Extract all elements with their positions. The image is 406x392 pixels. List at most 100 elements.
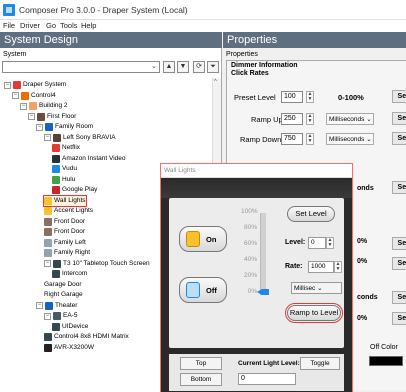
preset-set-button[interactable]: Set (392, 90, 406, 103)
ramp-down-unit-select[interactable]: Milliseconds ⌄ (326, 133, 374, 145)
level-spinner[interactable]: ▲ ▼ (326, 237, 334, 249)
tree-expander-icon[interactable]: − (36, 123, 43, 131)
light-icon (44, 196, 52, 205)
set-button-1[interactable]: Set (392, 181, 406, 194)
spin-icon: ▲ ▼ (307, 133, 313, 144)
tree-item[interactable]: Family Left (44, 238, 86, 248)
tree-item[interactable]: − Family Room (36, 122, 93, 132)
move-down-button[interactable]: ▼ (177, 61, 189, 73)
tree-item[interactable]: − Left Sony BRAVIA (44, 133, 116, 143)
top-button[interactable]: Top (180, 357, 222, 370)
composer-app-icon (3, 4, 15, 16)
toggle-button[interactable]: Toggle (300, 357, 340, 370)
set-button-5[interactable]: Set (392, 312, 406, 325)
level-slider-track[interactable] (260, 213, 266, 295)
refresh-icon: ⟳ (196, 63, 202, 70)
tree-item[interactable]: Hulu (52, 175, 75, 185)
scale-label-100: 100% (241, 208, 258, 215)
rate-field[interactable]: 1000 (308, 261, 334, 273)
tree-item[interactable]: − T3 10" Tabletop Touch Screen (44, 259, 150, 269)
tree-item[interactable]: − Theater (36, 301, 77, 311)
tree-item-label: Amazon Instant Video (62, 154, 126, 162)
off-button[interactable]: Off (179, 277, 227, 303)
tree-item[interactable]: − Draper System (4, 80, 66, 90)
rate-spinner[interactable]: ▲ ▼ (334, 261, 342, 273)
move-up-button[interactable]: ▲ (163, 61, 175, 73)
dimmer-information-title: Dimmer Information (231, 62, 298, 69)
partial-label-4: conds (357, 294, 378, 301)
tree-item[interactable]: Right Garage (44, 290, 83, 300)
tree-item[interactable]: Garage Door (44, 280, 82, 290)
rate-unit-value: Millisec (294, 285, 316, 292)
tree-item[interactable]: − EA-5 (44, 311, 77, 321)
tree-expander-icon[interactable]: − (12, 92, 19, 99)
tree-expander-icon[interactable]: − (44, 312, 51, 320)
level-label: Level: (285, 239, 306, 246)
tree-item[interactable]: AVR-X3200W (44, 343, 94, 353)
tree-item[interactable]: − First Floor (28, 112, 76, 122)
tree-item[interactable]: Accent Lights (44, 206, 93, 216)
level-slider-thumb[interactable] (257, 289, 269, 295)
tree-item[interactable]: Front Door (44, 217, 85, 227)
ramp-up-spinner[interactable]: ▲ ▼ (306, 113, 314, 125)
rate-unit-select[interactable]: Millisec ⌄ (291, 282, 342, 294)
ramp-down-field[interactable]: 750 (281, 133, 303, 145)
controller-icon (21, 91, 29, 100)
tree-item-label: Intercom (62, 270, 88, 277)
preset-level-spinner[interactable]: ▲ ▼ (306, 91, 314, 103)
menu-help[interactable]: Help (81, 21, 96, 30)
tree-item[interactable]: Front Door (44, 227, 85, 237)
ramp-down-set-button[interactable]: Set (392, 132, 406, 145)
ramp-to-level-button[interactable]: Ramp to Level (285, 303, 343, 323)
tree-item[interactable]: Family Right (44, 248, 90, 258)
current-light-level-label: Current Light Level: (238, 360, 300, 367)
tree-expander-icon[interactable]: − (20, 102, 27, 110)
tree-item-label: UIDevice (62, 322, 89, 330)
tree-item[interactable]: Amazon Instant Video (52, 154, 125, 164)
tree-item-label: Wall Lights (54, 196, 86, 204)
off-color-swatch[interactable] (369, 356, 403, 366)
set-level-button[interactable]: Set Level (287, 206, 335, 222)
current-light-level-field[interactable]: 0 (238, 373, 296, 385)
ramp-up-set-button[interactable]: Set (392, 112, 406, 125)
tree-expander-icon[interactable]: − (44, 260, 51, 267)
tree-expander-icon[interactable]: − (4, 81, 11, 89)
tree-item[interactable]: Google Play (52, 185, 97, 195)
tree-item[interactable]: Intercom (52, 269, 87, 279)
ramp-up-unit-select[interactable]: Milliseconds ⌄ (326, 113, 374, 125)
menu-tools[interactable]: Tools (60, 21, 78, 30)
menu-go[interactable]: Go (46, 21, 56, 30)
scroll-up-icon[interactable]: ^ (214, 79, 217, 85)
dialog-footer-panel: Top Bottom Current Light Level: 0 Toggle (169, 354, 344, 391)
tree-expander-icon[interactable]: − (44, 134, 51, 141)
set-button-2[interactable]: Set (392, 237, 406, 250)
ramp-up-unit-value: Milliseconds (329, 116, 365, 123)
tree-item[interactable]: Wall Lights (43, 194, 87, 207)
tree-expander-icon[interactable]: − (36, 302, 43, 309)
system-filter-combo[interactable]: ⌄ (2, 61, 160, 73)
tree-item[interactable]: Netflix (52, 143, 80, 153)
ramp-down-spinner[interactable]: ▲ ▼ (306, 133, 314, 145)
tree-item[interactable]: UIDevice (52, 322, 88, 332)
bottom-button[interactable]: Bottom (180, 373, 222, 386)
tree-item[interactable]: Vudu (52, 164, 77, 174)
chevron-down-icon: ⌄ (366, 136, 372, 143)
scale-label-0: 0% (247, 288, 257, 295)
tree-item[interactable]: − Building 2 (20, 101, 68, 111)
on-button[interactable]: On (179, 226, 227, 252)
menu-file[interactable]: File (3, 21, 15, 30)
tree-item[interactable]: − Control4 (12, 91, 56, 101)
dialog-title-bar[interactable]: Wall Lights (161, 164, 352, 178)
preset-level-field[interactable]: 100 (281, 91, 303, 103)
system-design-header: System Design (0, 32, 222, 48)
set-button-3[interactable]: Set (392, 257, 406, 270)
level-field[interactable]: 0 (308, 237, 326, 249)
tree-expander-icon[interactable]: − (28, 113, 35, 120)
set-button-4[interactable]: Set (392, 291, 406, 304)
ramp-up-field[interactable]: 250 (281, 113, 303, 125)
refresh-button[interactable]: ⟳ (193, 61, 205, 73)
light-control-panel: On Off 100% 80% 60% 40% 20% 0% Set Level… (169, 198, 344, 348)
filter-button[interactable]: ⏷ (207, 61, 219, 73)
tree-item[interactable]: Control4 8x8 HDMI Matrix (44, 332, 129, 342)
menu-driver[interactable]: Driver (20, 21, 40, 30)
